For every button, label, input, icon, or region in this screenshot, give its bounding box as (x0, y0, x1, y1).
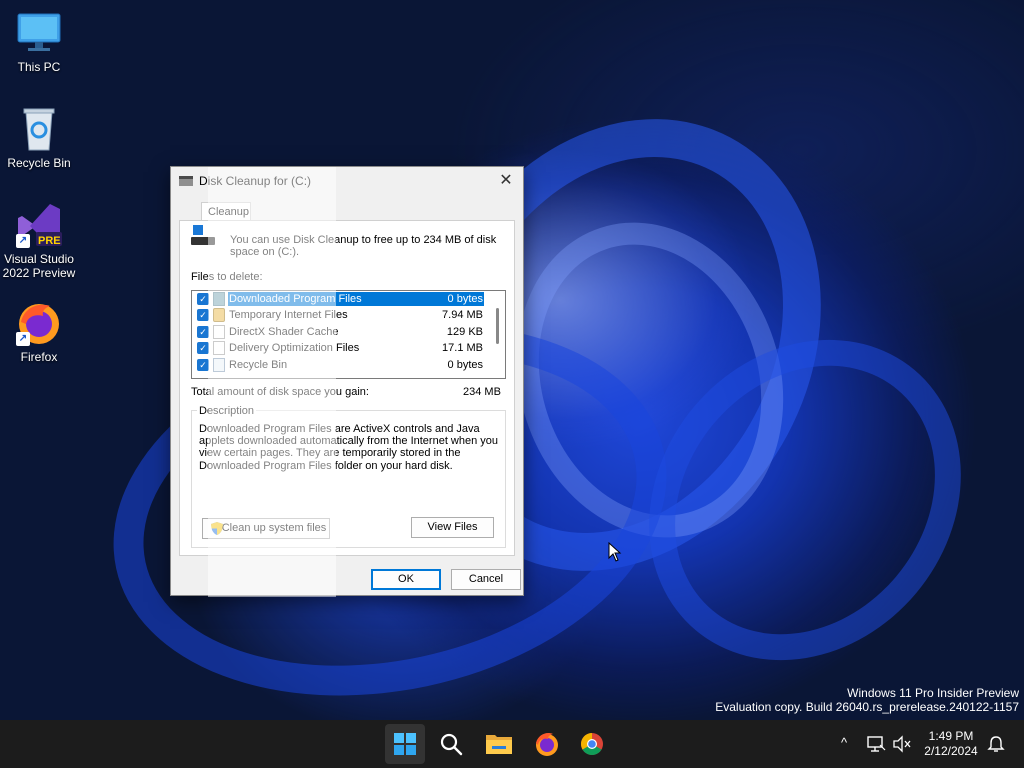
checkbox[interactable]: ✓ (197, 325, 209, 338)
list-scrollbar[interactable] (492, 292, 504, 377)
watermark-line: Windows 11 Pro Insider Preview (847, 686, 1019, 700)
search-button[interactable] (431, 724, 471, 764)
wallpaper-swirl (584, 276, 1024, 724)
file-explorer-button[interactable] (479, 724, 519, 764)
view-files-button[interactable]: View Files (411, 517, 494, 538)
start-icon (394, 733, 416, 755)
chrome-icon (581, 733, 603, 755)
description-label: Description (197, 405, 257, 417)
description-text: Downloaded Program Files are ActiveX con… (199, 423, 499, 472)
total-space-label: Total amount of disk space you gain: (191, 386, 369, 398)
intro-text: You can use Disk Cleanup to free up to 2… (230, 234, 497, 258)
uac-shield-icon (211, 522, 223, 535)
wallpaper-swirl (476, 187, 824, 573)
list-item[interactable]: ✓ Downloaded Program Files 0 bytes (192, 291, 505, 307)
visual-studio-icon: PRE ↗ (16, 202, 62, 248)
tab-cleanup[interactable]: Cleanup (201, 202, 251, 221)
desktop-icon-label: Recycle Bin (7, 156, 71, 170)
file-size: 0 bytes (447, 293, 483, 305)
chrome-taskbar-button[interactable] (572, 724, 612, 764)
file-size: 7.94 MB (442, 309, 483, 322)
disk-cleanup-icon (179, 176, 193, 186)
files-to-delete-list[interactable]: ✓ Downloaded Program Files 0 bytes ✓ Tem… (191, 290, 506, 379)
file-name: Downloaded Program Files (228, 292, 484, 306)
file-explorer-icon (486, 735, 512, 754)
shortcut-arrow-icon: ↗ (16, 234, 30, 248)
checkbox[interactable]: ✓ (197, 342, 209, 355)
cancel-button[interactable]: Cancel (451, 569, 521, 590)
desktop-icon-label: This PC (17, 60, 61, 74)
recycle-bin-icon (213, 357, 225, 372)
desktop-icon-visual-studio[interactable]: PRE ↗ Visual Studio 2022 Preview (0, 202, 78, 280)
list-item[interactable]: ✓ Delivery Optimization Files 17.1 MB (192, 340, 505, 356)
shortcut-arrow-icon: ↗ (16, 332, 30, 346)
list-item[interactable]: ✓ DirectX Shader Cache 129 KB (192, 324, 505, 340)
notification-bell-icon[interactable] (986, 735, 1006, 753)
drive-icon (185, 225, 217, 249)
file-size: 0 bytes (447, 358, 483, 371)
recycle-bin-icon (16, 106, 62, 152)
firefox-icon: ↗ (16, 300, 62, 346)
show-hidden-icons-button[interactable]: ^ (834, 733, 854, 753)
disk-cleanup-dialog: Disk Cleanup for (C:) ✕ Cleanup You can … (170, 166, 524, 597)
taskbar-clock[interactable]: 1:49 PM 2/12/2024 (920, 729, 982, 759)
watermark-line: Evaluation copy. Build 26040.rs_prerelea… (715, 700, 1019, 714)
start-button[interactable] (385, 724, 425, 764)
clock-date: 2/12/2024 (924, 744, 978, 758)
desktop-icon-firefox[interactable]: ↗ Firefox (0, 300, 78, 364)
firefox-icon (536, 733, 558, 756)
total-space-value: 234 MB (463, 386, 501, 398)
preview-badge: PRE (38, 235, 61, 247)
clean-up-system-files-button[interactable]: Clean up system files (202, 518, 330, 539)
clean-up-system-files-label: Clean up system files (221, 522, 327, 534)
desktop-icon-this-pc[interactable]: This PC (0, 10, 78, 74)
file-icon (213, 324, 225, 339)
desktop-icon-label: Visual Studio 2022 Preview (2, 252, 76, 280)
dialog-title: Disk Cleanup for (C:) (199, 174, 312, 188)
clock-time: 1:49 PM (928, 729, 974, 743)
checkbox[interactable]: ✓ (197, 293, 209, 305)
chevron-up-icon: ^ (840, 735, 848, 750)
list-item[interactable]: ✓ Recycle Bin 0 bytes (192, 357, 505, 373)
search-icon (440, 733, 463, 756)
desktop-icon-label: Firefox (20, 350, 58, 364)
lock-icon (213, 308, 225, 323)
list-item[interactable]: ✓ Temporary Internet Files 7.94 MB (192, 307, 505, 323)
volume-muted-icon[interactable] (892, 735, 912, 753)
checkbox[interactable]: ✓ (197, 309, 209, 322)
file-size: 129 KB (446, 325, 483, 338)
firefox-taskbar-button[interactable] (527, 724, 567, 764)
network-icon[interactable] (866, 735, 886, 753)
folder-icon (213, 292, 225, 306)
file-name: Recycle Bin (229, 358, 288, 371)
desktop-icon-recycle-bin[interactable]: Recycle Bin (0, 106, 78, 170)
file-icon (213, 341, 225, 356)
close-button[interactable]: ✕ (495, 171, 517, 191)
close-icon: ✕ (499, 172, 513, 189)
this-pc-icon (16, 10, 62, 56)
evaluation-watermark: Windows 11 Pro Insider Preview Evaluatio… (715, 686, 1019, 714)
title-bar[interactable]: Disk Cleanup for (C:) ✕ (171, 167, 523, 195)
checkbox[interactable]: ✓ (197, 358, 209, 371)
file-size: 17.1 MB (442, 342, 483, 355)
ok-button[interactable]: OK (371, 569, 441, 590)
file-name: DirectX Shader Cache (229, 325, 339, 338)
files-to-delete-label: Files to delete: (191, 271, 263, 283)
mouse-cursor-icon (608, 542, 622, 562)
scrollbar-thumb[interactable] (496, 308, 499, 344)
